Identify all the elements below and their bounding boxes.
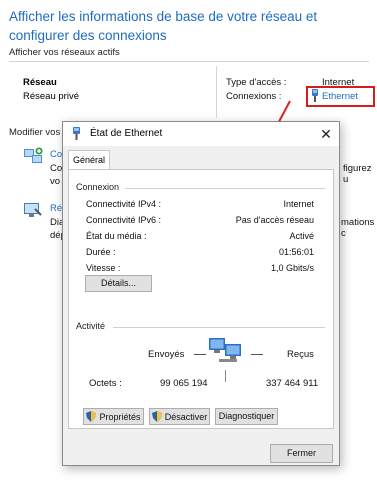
troubleshoot-icon	[24, 202, 42, 223]
ethernet-status-dialog: État de Ethernet ✕ Général Connexion Con…	[62, 121, 340, 466]
network-name: Réseau	[23, 77, 57, 88]
octets-received-value: 337 464 911	[266, 378, 319, 389]
new-connection-desc-1: Co	[50, 163, 63, 174]
sent-label: Envoyés	[148, 349, 185, 360]
duration-value: 01:56:01	[278, 247, 314, 257]
column-divider	[216, 66, 217, 118]
ipv6-label: Connectivité IPv6 :	[86, 215, 162, 225]
ipv6-value: Pas d'accès réseau	[235, 215, 314, 225]
media-state-value: Activé	[289, 231, 314, 241]
shield-icon	[86, 411, 97, 422]
sent-dash	[194, 354, 206, 355]
received-dash	[251, 354, 263, 355]
tab-general[interactable]: Général	[68, 150, 110, 170]
properties-button[interactable]: Propriétés	[83, 408, 144, 425]
general-tab-panel: Connexion Connectivité IPv4 : Internet C…	[68, 169, 334, 429]
disable-button[interactable]: Désactiver	[149, 408, 210, 425]
page-title: Afficher les informations de base de vot…	[9, 9, 318, 43]
shield-icon	[151, 411, 162, 422]
duration-label: Durée :	[86, 247, 116, 257]
ipv4-value: Internet	[283, 199, 314, 209]
dialog-title: État de Ethernet	[90, 128, 163, 139]
octets-label: Octets :	[89, 378, 122, 389]
ethernet-connection-link[interactable]: Ethernet	[322, 91, 358, 102]
troubleshoot-desc-side: mations c	[341, 217, 375, 239]
details-button[interactable]: Détails...	[85, 275, 152, 292]
new-connection-icon	[24, 147, 44, 170]
active-networks-heading: Afficher vos réseaux actifs	[9, 47, 120, 58]
network-activity-icon	[209, 334, 245, 371]
network-profile-link[interactable]: Réseau privé	[23, 91, 79, 102]
activity-group-label: Activité	[76, 321, 106, 331]
diagnose-button[interactable]: Diagnostiquer	[215, 408, 278, 425]
close-icon[interactable]: ✕	[317, 125, 335, 143]
group-divider	[113, 327, 325, 328]
modify-settings-heading: Modifier vos	[9, 127, 61, 138]
new-connection-desc-2: vo	[50, 176, 61, 187]
connection-group-label: Connexion	[76, 182, 120, 192]
close-button[interactable]: Fermer	[270, 444, 333, 463]
speed-label: Vitesse :	[86, 263, 121, 273]
new-connection-link[interactable]: Co	[50, 149, 62, 160]
ethernet-plug-icon	[311, 89, 319, 108]
access-type-label: Type d'accès :	[226, 77, 287, 88]
media-state-label: État du média :	[86, 231, 147, 241]
activity-separator	[225, 370, 226, 382]
new-connection-desc-side: figurez u	[343, 163, 372, 185]
received-label: Reçus	[287, 349, 314, 360]
section-divider	[9, 61, 369, 62]
ethernet-plug-icon	[72, 127, 81, 146]
properties-button-label: Propriétés	[99, 411, 141, 422]
disable-button-label: Désactiver	[164, 411, 208, 422]
speed-value: 1,0 Gbits/s	[270, 263, 314, 273]
group-divider	[125, 188, 325, 189]
ipv4-label: Connectivité IPv4 :	[86, 199, 162, 209]
octets-sent-value: 99 065 194	[160, 378, 208, 389]
